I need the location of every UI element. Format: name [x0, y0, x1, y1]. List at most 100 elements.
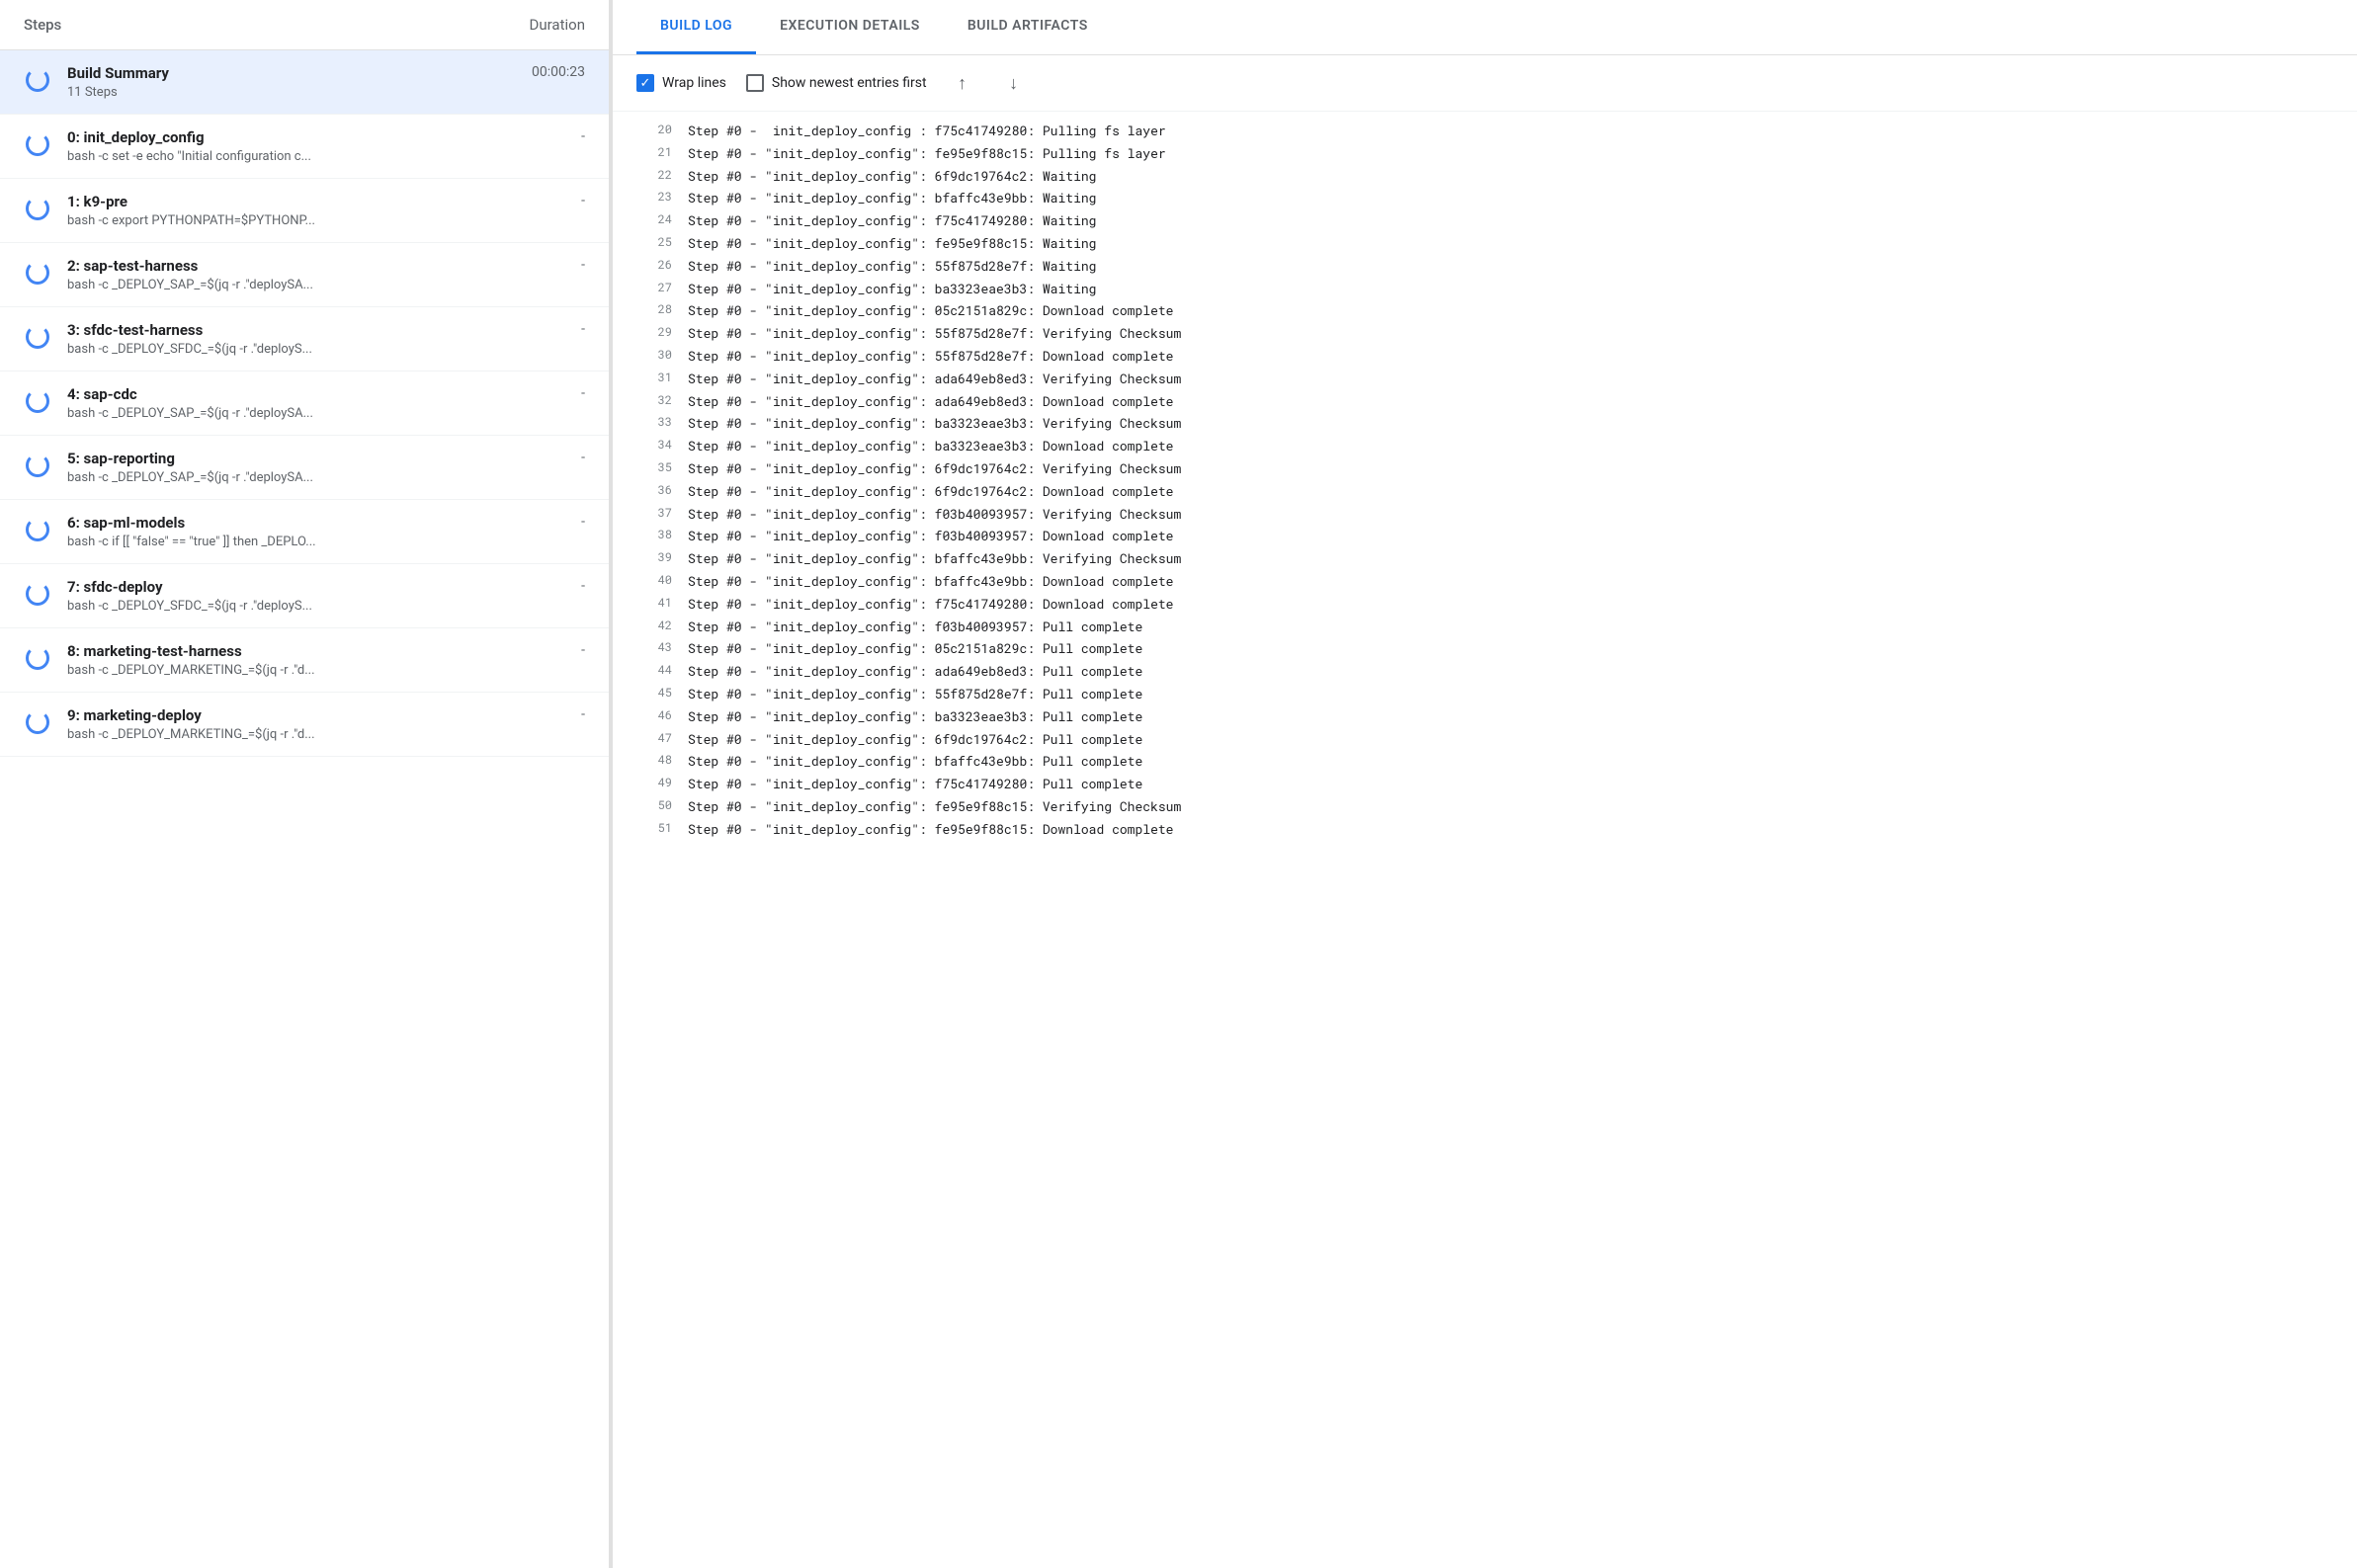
step-item[interactable]: 4: sap-cdc - bash -c _DEPLOY_SAP_=$(jq -… — [0, 371, 609, 436]
log-line: 47 Step #0 - "init_deploy_config": 6f9dc… — [613, 728, 2357, 751]
show-newest-control[interactable]: Show newest entries first — [746, 74, 927, 92]
step-duration: - — [581, 321, 585, 337]
log-line-text: Step #0 - "init_deploy_config": ba3323ea… — [688, 413, 1181, 434]
build-summary-row: Build Summary 00:00:23 — [67, 64, 585, 82]
build-summary-duration: 00:00:23 — [532, 64, 585, 80]
log-line-number: 40 — [636, 571, 672, 590]
log-line-number: 50 — [636, 796, 672, 815]
build-summary-icon — [24, 66, 51, 94]
step-content: 8: marketing-test-harness - bash -c _DEP… — [67, 642, 585, 678]
log-line-number: 39 — [636, 548, 672, 567]
step-item[interactable]: 5: sap-reporting - bash -c _DEPLOY_SAP_=… — [0, 436, 609, 500]
log-line-number: 46 — [636, 706, 672, 725]
step-summary-row: 5: sap-reporting - — [67, 450, 585, 467]
step-item[interactable]: 0: init_deploy_config - bash -c set -e e… — [0, 115, 609, 179]
step-summary-row: 2: sap-test-harness - — [67, 257, 585, 275]
log-content[interactable]: 20 Step #0 - init_deploy_config : f75c41… — [613, 112, 2357, 1568]
log-line-number: 45 — [636, 684, 672, 702]
log-line-text: Step #0 - "init_deploy_config": bfaffc43… — [688, 751, 1142, 772]
step-duration: - — [581, 385, 585, 401]
step-duration: - — [581, 578, 585, 594]
step-content: 6: sap-ml-models - bash -c if [[ "false"… — [67, 514, 585, 549]
log-lines-container: 20 Step #0 - init_deploy_config : f75c41… — [613, 120, 2357, 841]
step-name: 3: sfdc-test-harness — [67, 321, 203, 339]
log-line-number: 41 — [636, 594, 672, 613]
log-line-number: 29 — [636, 323, 672, 342]
spinner — [26, 710, 49, 734]
step-item[interactable]: 1: k9-pre - bash -c export PYTHONPATH=$P… — [0, 179, 609, 243]
step-content: 1: k9-pre - bash -c export PYTHONPATH=$P… — [67, 193, 585, 228]
step-duration: - — [581, 257, 585, 273]
step-duration: - — [581, 128, 585, 144]
log-line-number: 35 — [636, 458, 672, 477]
step-item[interactable]: 9: marketing-deploy - bash -c _DEPLOY_MA… — [0, 693, 609, 757]
log-line-text: Step #0 - "init_deploy_config": f03b4009… — [688, 504, 1181, 525]
step-content: 9: marketing-deploy - bash -c _DEPLOY_MA… — [67, 706, 585, 742]
log-line-number: 43 — [636, 638, 672, 657]
steps-list: Build Summary 00:00:23 11 Steps 0: init_… — [0, 50, 609, 1568]
step-name: 0: init_deploy_config — [67, 128, 205, 146]
step-item[interactable]: 3: sfdc-test-harness - bash -c _DEPLOY_S… — [0, 307, 609, 371]
step-item[interactable]: 8: marketing-test-harness - bash -c _DEP… — [0, 628, 609, 693]
log-line-number: 30 — [636, 346, 672, 365]
build-summary-count: 11 Steps — [67, 85, 585, 100]
log-line-text: Step #0 - "init_deploy_config": f03b4009… — [688, 526, 1173, 546]
log-line-number: 32 — [636, 391, 672, 410]
step-item[interactable]: 7: sfdc-deploy - bash -c _DEPLOY_SFDC_=$… — [0, 564, 609, 628]
log-line: 44 Step #0 - "init_deploy_config": ada64… — [613, 660, 2357, 683]
step-summary-row: 8: marketing-test-harness - — [67, 642, 585, 660]
log-line-text: Step #0 - "init_deploy_config": ba3323ea… — [688, 706, 1142, 727]
step-spinner-icon — [24, 323, 51, 351]
step-spinner-icon — [24, 516, 51, 543]
wrap-lines-control[interactable]: ✓ Wrap lines — [636, 74, 726, 92]
step-summary-row: 1: k9-pre - — [67, 193, 585, 210]
build-summary-item[interactable]: Build Summary 00:00:23 11 Steps — [0, 50, 609, 115]
wrap-lines-checkbox[interactable]: ✓ — [636, 74, 654, 92]
log-line: 29 Step #0 - "init_deploy_config": 55f87… — [613, 322, 2357, 345]
step-content: 4: sap-cdc - bash -c _DEPLOY_SAP_=$(jq -… — [67, 385, 585, 421]
step-summary-row: 9: marketing-deploy - — [67, 706, 585, 724]
log-line: 43 Step #0 - "init_deploy_config": 05c21… — [613, 637, 2357, 660]
log-line: 21 Step #0 - "init_deploy_config": fe95e… — [613, 142, 2357, 165]
tabs-bar: BUILD LOG EXECUTION DETAILS BUILD ARTIFA… — [613, 0, 2357, 55]
left-panel: Steps Duration Build Summary 00:00:23 11… — [0, 0, 613, 1568]
spinner — [26, 389, 49, 413]
show-newest-checkbox[interactable] — [746, 74, 764, 92]
wrap-lines-label: Wrap lines — [662, 75, 726, 91]
scroll-top-button[interactable]: ↑ — [947, 67, 978, 99]
log-line-text: Step #0 - "init_deploy_config": 6f9dc197… — [688, 166, 1096, 187]
log-line-text: Step #0 - "init_deploy_config": 05c2151a… — [688, 638, 1142, 659]
tab-build-log[interactable]: BUILD LOG — [636, 0, 756, 54]
step-spinner-icon — [24, 452, 51, 479]
step-item[interactable]: 6: sap-ml-models - bash -c if [[ "false"… — [0, 500, 609, 564]
step-command: bash -c if [[ "false" == "true" ]] then … — [67, 535, 585, 549]
scroll-bottom-button[interactable]: ↓ — [998, 67, 1030, 99]
log-line: 28 Step #0 - "init_deploy_config": 05c21… — [613, 299, 2357, 322]
tab-execution-details[interactable]: EXECUTION DETAILS — [756, 0, 944, 54]
log-line-number: 34 — [636, 436, 672, 454]
log-line-text: Step #0 - "init_deploy_config": 05c2151a… — [688, 300, 1173, 321]
log-line-text: Step #0 - "init_deploy_config": 55f875d2… — [688, 684, 1142, 704]
step-item[interactable]: 2: sap-test-harness - bash -c _DEPLOY_SA… — [0, 243, 609, 307]
step-spinner-icon — [24, 195, 51, 222]
build-summary-title: Build Summary — [67, 64, 169, 82]
step-summary-row: 3: sfdc-test-harness - — [67, 321, 585, 339]
step-name: 5: sap-reporting — [67, 450, 175, 467]
log-line: 49 Step #0 - "init_deploy_config": f75c4… — [613, 773, 2357, 795]
log-line-number: 48 — [636, 751, 672, 770]
step-spinner-icon — [24, 708, 51, 736]
steps-header: Steps Duration — [0, 0, 609, 50]
log-line: 36 Step #0 - "init_deploy_config": 6f9dc… — [613, 480, 2357, 503]
log-line: 41 Step #0 - "init_deploy_config": f75c4… — [613, 593, 2357, 616]
step-name: 8: marketing-test-harness — [67, 642, 242, 660]
step-content: 0: init_deploy_config - bash -c set -e e… — [67, 128, 585, 164]
step-duration: - — [581, 450, 585, 465]
spinner — [26, 132, 49, 156]
log-line: 45 Step #0 - "init_deploy_config": 55f87… — [613, 683, 2357, 705]
log-line-number: 37 — [636, 504, 672, 523]
log-line-text: Step #0 - "init_deploy_config": fe95e9f8… — [688, 819, 1173, 840]
log-line: 22 Step #0 - "init_deploy_config": 6f9dc… — [613, 165, 2357, 188]
step-duration: - — [581, 706, 585, 722]
tab-build-artifacts[interactable]: BUILD ARTIFACTS — [944, 0, 1112, 54]
step-command: bash -c _DEPLOY_MARKETING_=$(jq -r ."d..… — [67, 663, 585, 678]
